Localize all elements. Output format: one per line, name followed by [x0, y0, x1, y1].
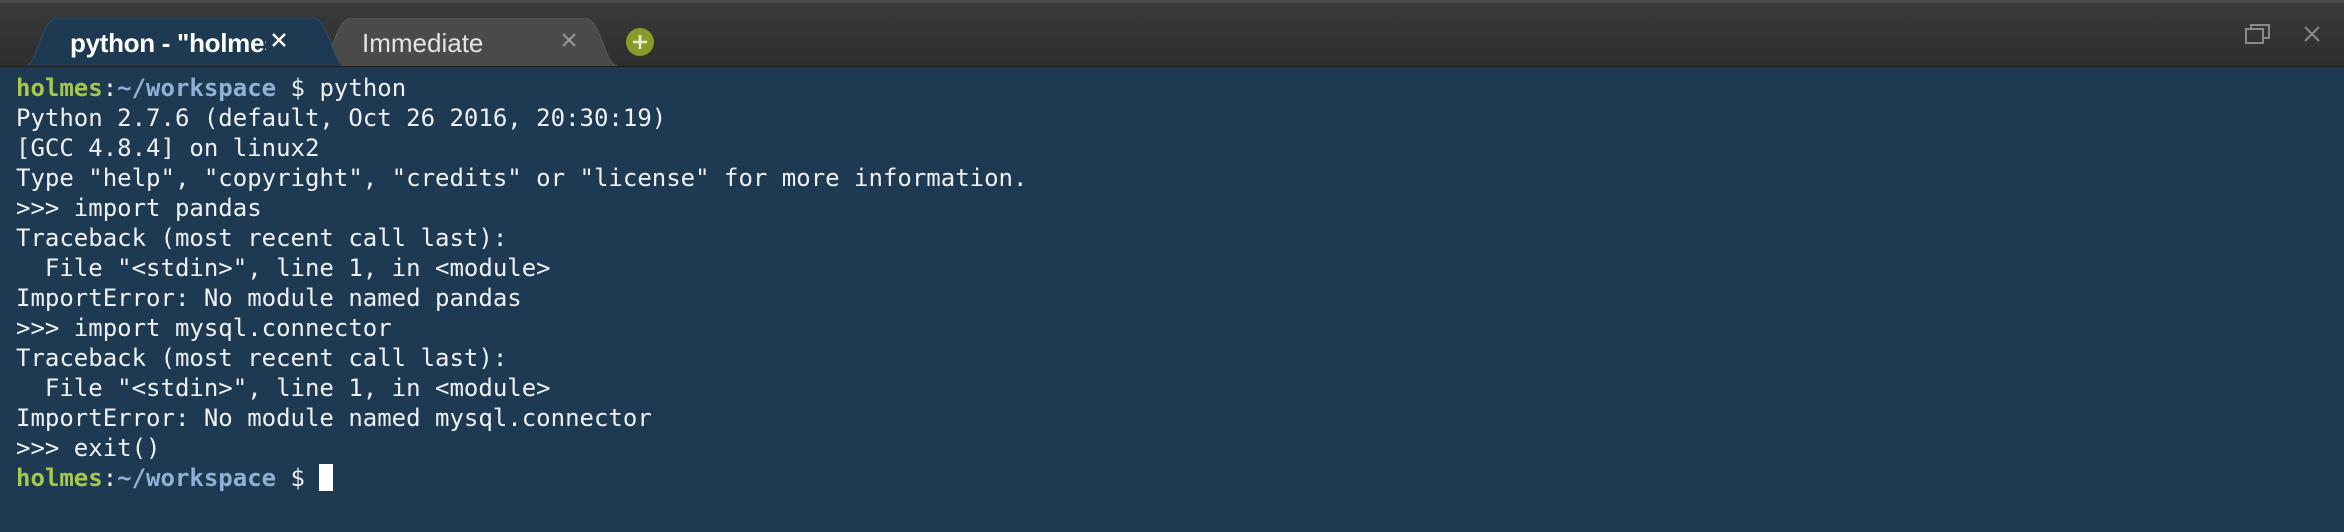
output-line: Traceback (most recent call last): [16, 344, 508, 372]
close-icon[interactable] [268, 29, 290, 51]
output-line: File "<stdin>", line 1, in <module> [16, 374, 551, 402]
output-line: Python 2.7.6 (default, Oct 26 2016, 20:3… [16, 104, 667, 132]
terminal-output[interactable]: holmes:~/workspace $ python Python 2.7.6… [0, 67, 2344, 532]
tab-bar-border [0, 0, 2344, 3]
prompt-dollar: $ [276, 74, 320, 102]
prompt-path: ~/workspace [117, 74, 277, 102]
output-line: Type "help", "copyright", "credits" or "… [16, 164, 1028, 192]
prompt-separator: : [102, 74, 118, 102]
prompt-user: holmes [16, 464, 103, 492]
output-line: File "<stdin>", line 1, in <module> [16, 254, 551, 282]
output-line: >>> import mysql.connector [16, 314, 392, 342]
prompt-line: holmes:~/workspace $ python [16, 73, 2344, 103]
tab-bar: Immediate python - "holmes [0, 0, 2344, 67]
tab-python-holmes[interactable]: python - "holmes [24, 18, 346, 66]
prompt-user: holmes [16, 74, 103, 102]
tab-label: python - "holmes [70, 28, 266, 58]
tab-label: Immediate [362, 28, 484, 58]
prompt-separator: : [102, 464, 118, 492]
output-line: >>> exit() [16, 434, 161, 462]
close-icon[interactable] [558, 29, 580, 51]
prompt-dollar: $ [276, 464, 320, 492]
prompt-path: ~/workspace [117, 464, 277, 492]
tab-immediate[interactable]: Immediate [318, 18, 618, 66]
prompt-line[interactable]: holmes:~/workspace $ [16, 463, 2344, 493]
restore-window-icon[interactable] [2244, 22, 2272, 46]
close-window-icon[interactable] [2300, 22, 2324, 46]
output-line: ImportError: No module named mysql.conne… [16, 404, 652, 432]
text-cursor [319, 464, 334, 491]
ide-terminal-panel: Immediate python - "holmes holmes:~/work… [0, 0, 2344, 532]
plus-circle-icon[interactable] [624, 26, 656, 58]
output-line: Traceback (most recent call last): [16, 224, 508, 252]
output-line: ImportError: No module named pandas [16, 284, 522, 312]
output-line: [GCC 4.8.4] on linux2 [16, 134, 320, 162]
command-text: python [319, 74, 407, 102]
output-line: >>> import pandas [16, 194, 262, 222]
